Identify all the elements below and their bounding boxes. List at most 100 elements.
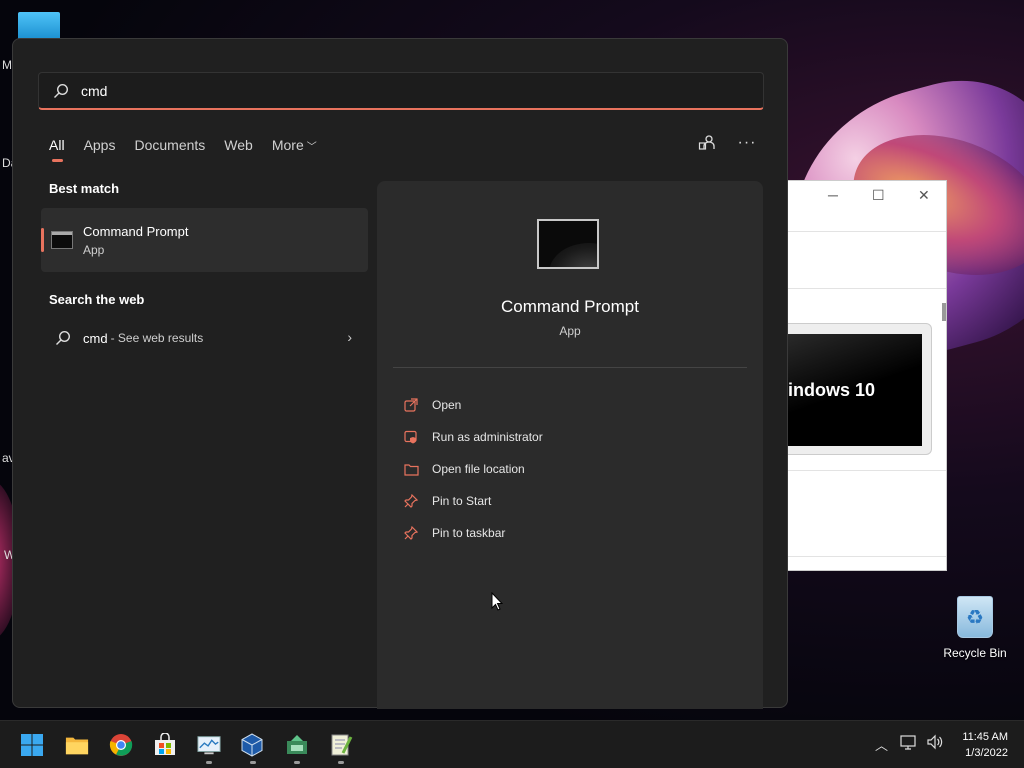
search-web-heading: Search the web: [49, 292, 145, 307]
best-match-item[interactable]: Command Prompt App: [41, 208, 368, 272]
action-label: Run as administrator: [432, 430, 543, 444]
tab-label: More: [271, 137, 304, 153]
web-query-suffix: - See web results: [110, 331, 204, 345]
search-icon: [54, 83, 69, 98]
action-run-as-admin[interactable]: Run as administrator: [403, 421, 543, 453]
result-name: Command Prompt: [83, 223, 189, 239]
chevron-down-icon: ﹀: [306, 142, 317, 153]
divider: [788, 470, 946, 471]
taskbar-store[interactable]: [153, 733, 177, 757]
tab-web[interactable]: Web: [224, 137, 253, 153]
running-indicator: [206, 761, 212, 764]
search-box[interactable]: [38, 72, 764, 110]
recycle-bin-label: Recycle Bin: [943, 646, 1007, 660]
recycle-bin-icon: [957, 596, 993, 638]
taskbar-chrome[interactable]: [109, 733, 133, 757]
web-query: cmd: [83, 330, 108, 346]
taskbar-file-explorer[interactable]: [65, 733, 89, 757]
tab-apps[interactable]: Apps: [84, 137, 116, 153]
best-match-heading: Best match: [49, 181, 120, 196]
filter-tabs: All Apps Documents Web More ﹀: [49, 137, 336, 162]
chevron-up-icon[interactable]: ︿: [875, 735, 888, 754]
search-input[interactable]: [81, 82, 681, 99]
mouse-cursor-icon: [491, 592, 503, 611]
divider: [393, 367, 747, 368]
people-icon: [698, 135, 715, 150]
background-window[interactable]: ─ ☐ ✕ indows 10: [787, 180, 947, 571]
taskbar: ︿ 11:45 AM 1/3/2022: [0, 720, 1024, 768]
close-icon[interactable]: ✕: [918, 187, 930, 204]
search-toolbar: ···: [697, 133, 757, 153]
action-label: Pin to taskbar: [432, 526, 506, 540]
search-panel: All Apps Documents Web More﹀ ··· Best ma…: [12, 38, 788, 709]
running-indicator: [294, 761, 300, 764]
shield-admin-icon: [403, 429, 419, 445]
preview-title: Command Prompt: [501, 297, 639, 316]
desktop-icon-label-partial: M: [2, 58, 12, 72]
clock-date: 1/3/2022: [965, 747, 1008, 759]
running-indicator: [338, 761, 344, 764]
action-label: Open file location: [432, 462, 525, 476]
tab-more[interactable]: More ﹀: [272, 137, 317, 153]
open-external-icon: [403, 397, 419, 413]
action-label: Pin to Start: [432, 494, 492, 508]
search-icon: [56, 330, 71, 345]
tab-label: Documents: [134, 137, 206, 153]
running-indicator: [250, 761, 256, 764]
preview-pane: Command Prompt App Open Run as administr…: [377, 181, 763, 709]
store-icon: [155, 733, 175, 755]
clock-time: 11:45 AM: [962, 731, 1008, 743]
action-open[interactable]: Open: [403, 389, 543, 421]
notepad-plus-icon: [331, 734, 353, 756]
divider: [788, 556, 946, 557]
action-pin-to-taskbar[interactable]: Pin to taskbar: [403, 517, 543, 549]
deploy-tool-icon: [287, 735, 307, 754]
tab-label: Web: [224, 137, 253, 153]
action-pin-to-start[interactable]: Pin to Start: [403, 485, 543, 517]
scrollbar-thumb[interactable]: [942, 303, 946, 321]
action-list: Open Run as administrator Open file loca…: [403, 389, 543, 549]
tab-label: Apps: [83, 137, 116, 153]
taskbar-app-monitor[interactable]: [197, 733, 221, 757]
taskbar-virtualbox[interactable]: [240, 733, 264, 757]
windows-banner: indows 10: [788, 323, 932, 455]
window-titlebar[interactable]: ─ ☐ ✕: [788, 181, 946, 211]
divider: [788, 231, 946, 232]
action-label: Open: [432, 398, 462, 412]
action-open-file-location[interactable]: Open file location: [403, 453, 543, 485]
taskbar-notepad-plus[interactable]: [329, 733, 353, 757]
pin-icon: [403, 493, 419, 509]
chevron-right-icon: ›: [347, 329, 352, 345]
folder-icon: [403, 461, 419, 477]
recycle-bin-shortcut[interactable]: Recycle Bin: [940, 596, 1010, 660]
network-icon[interactable]: [900, 734, 918, 753]
command-prompt-icon: [51, 231, 73, 249]
divider: [788, 288, 946, 289]
resource-monitor-icon: [197, 736, 221, 755]
windows-logo-icon: [21, 734, 43, 756]
folder-icon: [65, 737, 89, 755]
account-switch-button[interactable]: [697, 133, 717, 153]
tab-documents[interactable]: Documents: [134, 137, 205, 153]
tab-all[interactable]: All: [49, 137, 65, 162]
results-list: Best match Command Prompt App Search the…: [41, 181, 368, 355]
command-prompt-large-icon: [537, 219, 599, 269]
virtualbox-icon: [241, 733, 263, 757]
start-button[interactable]: [20, 733, 44, 757]
system-clock[interactable]: 11:45 AM 1/3/2022: [962, 729, 1008, 761]
web-result-item[interactable]: cmd - See web results ›: [41, 321, 368, 355]
ellipsis-icon: ···: [737, 134, 757, 151]
maximize-icon[interactable]: ☐: [872, 187, 885, 204]
minimize-icon[interactable]: ─: [828, 187, 838, 203]
desktop-icon-partial[interactable]: [18, 12, 60, 40]
chrome-icon: [109, 734, 133, 756]
preview-subtitle: App: [559, 324, 581, 338]
taskbar-app-deploy[interactable]: [285, 733, 309, 757]
volume-icon[interactable]: [926, 734, 944, 753]
pin-icon: [403, 525, 419, 541]
tab-label: All: [49, 137, 65, 153]
selection-indicator: [41, 228, 44, 252]
result-type: App: [83, 242, 105, 257]
banner-image: indows 10: [788, 334, 922, 446]
more-options-button[interactable]: ···: [737, 133, 757, 153]
